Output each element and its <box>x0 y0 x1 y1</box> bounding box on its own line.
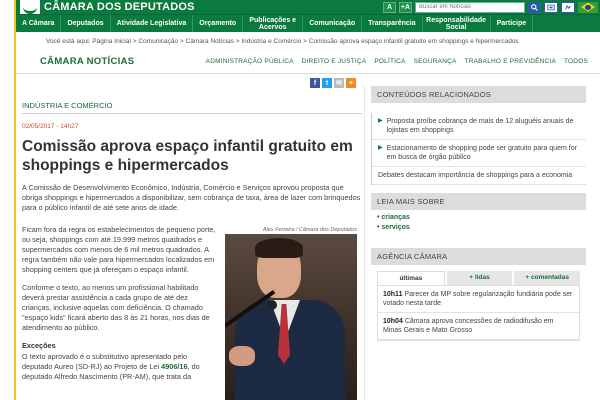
breadcrumb-item[interactable]: Comunicação <box>138 38 178 45</box>
section-title[interactable]: CÂMARA NOTÍCIAS <box>40 56 134 67</box>
page-margin <box>0 0 14 400</box>
nav-item-deputados[interactable]: Deputados <box>61 15 111 32</box>
arrow-icon: ▶ <box>378 118 383 124</box>
news-list: 10h11 Parecer da MP sobre regularização … <box>377 285 580 341</box>
nav-item-transparencia[interactable]: Transparência <box>362 15 423 32</box>
breadcrumb-separator: > <box>235 38 240 45</box>
section-nav-item[interactable]: DIREITO E JUSTIÇA <box>302 58 367 65</box>
email-icon[interactable]: ✉ <box>334 78 344 88</box>
breadcrumb-item[interactable]: Página Inicial <box>92 38 131 45</box>
article-category[interactable]: INDÚSTRIA E COMÉRCIO <box>22 101 362 114</box>
accessibility-icon[interactable] <box>544 1 558 13</box>
nav-item-responsabilidade-social[interactable]: Responsabilidade Social <box>423 15 491 32</box>
column-divider <box>364 86 365 400</box>
search-input[interactable] <box>415 1 525 13</box>
top-bar: CÂMARA DOS DEPUTADOS A +A <box>16 0 600 14</box>
logo-text: CÂMARA DOS DEPUTADOS <box>44 1 195 13</box>
sign-language-icon[interactable] <box>561 1 575 13</box>
article-photo[interactable] <box>225 234 357 400</box>
article-paragraph: Ficam fora da regra os estabelecimentos … <box>22 225 216 274</box>
article-paragraph: Conforme o texto, ao menos um profission… <box>22 283 210 332</box>
share-bar: f t ✉ + <box>310 78 356 88</box>
nav-item-comunicacao[interactable]: Comunicação <box>303 15 363 32</box>
article-headline: Comissão aprova espaço infantil gratuito… <box>22 138 353 174</box>
article-paragraph: O texto aprovado é o substitutivo aprese… <box>22 352 218 382</box>
nav-item-atividade-legislativa[interactable]: Atividade Legislativa <box>111 15 194 32</box>
sidebar: CONTEÚDOS RELACIONADOS ▶ Proposta proíbe… <box>371 86 586 341</box>
related-item-text: Estacionamento de shopping pode ser grat… <box>386 145 577 161</box>
breadcrumb-prefix: Você está aqui: <box>46 38 91 45</box>
breadcrumb-item[interactable]: Indústria e Comércio <box>241 38 301 45</box>
breadcrumb-separator: > <box>132 38 137 45</box>
search-button[interactable] <box>528 1 541 13</box>
main-nav: A Câmara Deputados Atividade Legislativa… <box>16 14 600 32</box>
article-body: Ficam fora da regra os estabelecimentos … <box>22 225 218 390</box>
leia-item[interactable]: crianças <box>377 214 580 221</box>
news-text: Parecer da MP sobre regularização fundiá… <box>383 291 573 307</box>
section-header: CÂMARA NOTÍCIAS ADMINISTRAÇÃO PÚBLICA DI… <box>16 50 600 74</box>
section-nav-item[interactable]: SEGURANÇA <box>414 58 457 65</box>
related-item[interactable]: Debates destacam importância de shopping… <box>372 167 586 185</box>
breadcrumb-current: Comissão aprova espaço infantil gratuito… <box>308 38 519 45</box>
section-nav-item[interactable]: TRABALHO E PREVIDÊNCIA <box>465 58 556 65</box>
site-logo[interactable]: CÂMARA DOS DEPUTADOS <box>16 0 195 14</box>
related-item[interactable]: ▶ Estacionamento de shopping pode ser gr… <box>372 140 586 167</box>
nav-item-publicacoes[interactable]: Publicações e Acervos <box>243 15 304 32</box>
twitter-icon[interactable]: t <box>322 78 332 88</box>
bill-link[interactable]: 4906/16 <box>161 362 187 371</box>
related-item[interactable]: ▶ Proposta proíbe cobrança de mais de 12… <box>372 113 586 140</box>
leia-title: LEIA MAIS SOBRE <box>371 193 586 210</box>
news-text: Câmara aprova concessões de radiodifusão… <box>383 318 554 334</box>
share-plus-icon[interactable]: + <box>346 78 356 88</box>
leia-list: crianças serviços <box>371 210 586 238</box>
breadcrumb-item[interactable]: Câmara Notícias <box>186 38 234 45</box>
section-nav-item[interactable]: POLÍTICA <box>374 58 405 65</box>
article-lead: A Comissão de Desenvolvimento Econômico,… <box>22 183 361 212</box>
facebook-icon[interactable]: f <box>310 78 320 88</box>
breadcrumb-separator: > <box>179 38 184 45</box>
agencia-box: AGÊNCIA CÂMARA últimas + lidas + comenta… <box>371 248 586 341</box>
related-list: ▶ Proposta proíbe cobrança de mais de 12… <box>371 113 586 185</box>
top-tools: A +A <box>383 1 600 13</box>
leia-item[interactable]: serviços <box>377 224 580 231</box>
nav-item-participe[interactable]: Participe <box>491 15 534 32</box>
photo-hair <box>255 238 303 258</box>
news-time: 10h11 <box>383 291 403 298</box>
tab-mais-lidas[interactable]: + lidas <box>446 271 513 285</box>
section-nav-item[interactable]: ADMINISTRAÇÃO PÚBLICA <box>206 58 294 65</box>
nav-item-orcamento[interactable]: Orçamento <box>193 15 244 32</box>
agencia-tabs: últimas + lidas + comentadas <box>377 271 581 285</box>
section-nav: ADMINISTRAÇÃO PÚBLICA DIREITO E JUSTIÇA … <box>206 58 588 65</box>
leia-mais-box: LEIA MAIS SOBRE crianças serviços <box>371 193 586 238</box>
breadcrumb: Você está aqui: Página Inicial > Comunic… <box>46 38 519 45</box>
news-item[interactable]: 10h04 Câmara aprova concessões de radiod… <box>378 313 579 340</box>
photo-microphone-head <box>267 300 277 310</box>
news-time: 10h04 <box>383 318 403 325</box>
article-date: 02/05/2017 - 14h27 <box>22 123 79 130</box>
photo-hand <box>229 346 255 366</box>
tab-ultimas[interactable]: últimas <box>377 271 445 285</box>
section-nav-item[interactable]: TODOS <box>564 58 588 65</box>
brazil-flag-icon[interactable] <box>578 1 598 13</box>
font-increase-button[interactable]: +A <box>399 1 412 13</box>
nav-item-a-camara[interactable]: A Câmara <box>16 15 62 32</box>
news-item[interactable]: 10h11 Parecer da MP sobre regularização … <box>378 286 579 313</box>
article-subheading: Exceções <box>22 341 56 350</box>
photo-credit: Alex Ferreira / Câmara dos Deputados <box>262 227 357 233</box>
arrow-icon: ▶ <box>378 145 383 151</box>
related-title: CONTEÚDOS RELACIONADOS <box>371 86 586 103</box>
font-decrease-button[interactable]: A <box>383 1 396 13</box>
related-item-text: Proposta proíbe cobrança de mais de 12 a… <box>386 118 574 134</box>
tab-mais-comentadas[interactable]: + comentadas <box>514 271 581 285</box>
camara-logo-icon <box>20 0 40 14</box>
search-icon <box>531 3 538 11</box>
agencia-title: AGÊNCIA CÂMARA <box>371 248 586 265</box>
related-item-text: Debates destacam importância de shopping… <box>378 172 573 179</box>
breadcrumb-separator: > <box>303 38 307 45</box>
